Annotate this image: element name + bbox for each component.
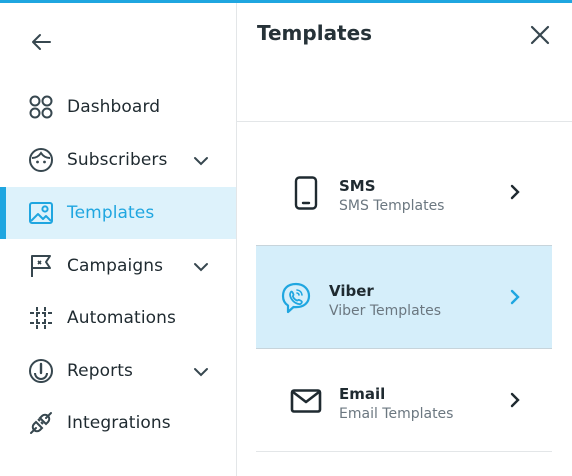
sidebar-item-label: Automations	[67, 308, 176, 328]
chevron-right-icon	[506, 390, 524, 410]
chevron-down-icon[interactable]	[191, 151, 211, 171]
template-subtitle: Email Templates	[339, 406, 454, 422]
gauge-icon	[27, 357, 55, 385]
sidebar-item-label: Campaigns	[67, 256, 164, 276]
envelope-icon	[288, 383, 324, 419]
template-item-email[interactable]: Email Email Templates	[256, 349, 552, 453]
template-subtitle: SMS Templates	[339, 198, 445, 214]
sidebar-item-reports[interactable]: Reports	[0, 345, 236, 397]
arrow-left-icon	[32, 34, 51, 50]
face-icon	[27, 146, 55, 174]
templates-panel: Templates SMS SMS Templates Viber Viber …	[237, 3, 572, 476]
sidebar-item-subscribers[interactable]: Subscribers	[0, 134, 236, 186]
back-button[interactable]	[26, 27, 56, 57]
phone-icon	[288, 175, 324, 211]
sidebar-item-campaigns[interactable]: Campaigns	[0, 240, 236, 292]
sidebar-item-templates[interactable]: Templates	[0, 187, 236, 239]
sidebar-item-automations[interactable]: Automations	[0, 292, 236, 344]
sidebar-item-label: Templates	[67, 203, 155, 223]
dashboard-grid-icon	[27, 93, 55, 121]
template-name: Viber	[329, 282, 374, 300]
close-button[interactable]	[527, 22, 553, 48]
panel-divider	[237, 121, 572, 122]
flag-icon	[27, 252, 55, 280]
close-icon	[530, 25, 550, 45]
template-subtitle: Viber Templates	[329, 303, 442, 319]
sidebar-item-label: Reports	[67, 361, 133, 381]
template-name: Email	[339, 385, 386, 403]
plug-icon	[27, 409, 55, 437]
chevron-right-icon	[506, 182, 524, 202]
sidebar-item-dashboard[interactable]: Dashboard	[0, 81, 236, 133]
template-item-viber[interactable]: Viber Viber Templates	[256, 245, 552, 349]
sidebar-item-label: Integrations	[67, 413, 171, 433]
chevron-right-icon	[506, 287, 524, 307]
sidebar-item-label: Subscribers	[67, 150, 168, 170]
panel-title: Templates	[257, 21, 373, 45]
list-divider	[256, 451, 552, 452]
chevron-down-icon[interactable]	[191, 257, 211, 277]
image-template-icon	[27, 199, 55, 227]
sidebar-item-integrations[interactable]: Integrations	[0, 397, 236, 449]
automation-icon	[27, 304, 55, 332]
sidebar-item-label: Dashboard	[67, 97, 161, 117]
template-name: SMS	[339, 177, 376, 195]
viber-icon	[278, 280, 314, 316]
template-item-sms[interactable]: SMS SMS Templates	[256, 141, 552, 245]
chevron-down-icon[interactable]	[191, 362, 211, 382]
sidebar: Dashboard Subscribers Templates Campaign…	[0, 3, 237, 476]
